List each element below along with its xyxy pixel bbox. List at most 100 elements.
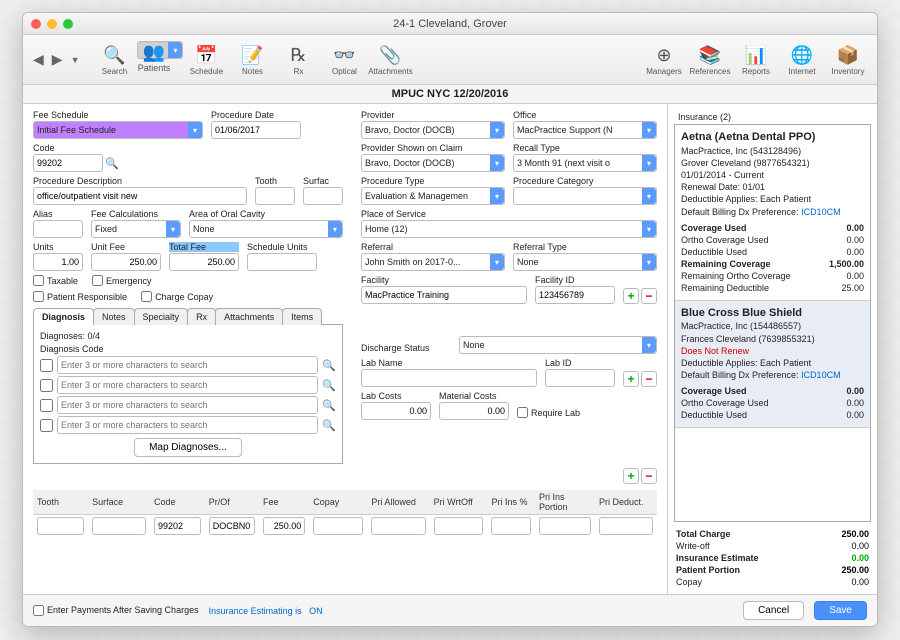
toolbar-optical[interactable]: 👓Optical xyxy=(321,41,367,78)
sched-units-input[interactable] xyxy=(247,253,317,271)
cell-inspct[interactable] xyxy=(491,517,531,535)
tab-notes[interactable]: Notes xyxy=(93,308,135,325)
diag-check-3[interactable] xyxy=(40,399,53,412)
pos-select[interactable]: Home (12) xyxy=(361,220,657,238)
aoc-select[interactable]: None xyxy=(189,220,343,238)
col-header: Pri Deduct. xyxy=(595,490,657,515)
cell-code[interactable] xyxy=(154,517,201,535)
insurance-card[interactable]: Blue Cross Blue ShieldMacPractice, Inc (… xyxy=(675,301,870,428)
search-icon[interactable]: 🔍 xyxy=(322,359,336,372)
taxable-checkbox[interactable]: Taxable xyxy=(33,275,78,286)
units-input[interactable] xyxy=(33,253,83,271)
toolbar-search[interactable]: 🔍Search xyxy=(91,41,137,78)
code-input[interactable] xyxy=(33,154,103,172)
lab-name-input[interactable] xyxy=(361,369,537,387)
proc-date-input[interactable] xyxy=(211,121,301,139)
facility-input[interactable] xyxy=(361,286,527,304)
office-select[interactable]: MacPractice Support (N xyxy=(513,121,657,139)
toolbar-references[interactable]: 📚References xyxy=(687,41,733,78)
cell-tooth[interactable] xyxy=(37,517,84,535)
remove-icon[interactable]: − xyxy=(641,371,657,387)
recall-select[interactable]: 3 Month 91 (next visit o xyxy=(513,154,657,172)
surface-input[interactable] xyxy=(303,187,343,205)
toolbar-reports[interactable]: 📊Reports xyxy=(733,41,779,78)
cell-allowed[interactable] xyxy=(371,517,425,535)
tooth-input[interactable] xyxy=(255,187,295,205)
diag-check-4[interactable] xyxy=(40,419,53,432)
proc-type-select[interactable]: Evaluation & Managemen xyxy=(361,187,505,205)
tab-rx[interactable]: Rx xyxy=(187,308,216,325)
cell-insportion[interactable] xyxy=(539,517,591,535)
alias-input[interactable] xyxy=(33,220,83,238)
toolbar-attachments[interactable]: 📎Attachments xyxy=(367,41,413,78)
cell-prof[interactable] xyxy=(209,517,255,535)
cancel-button[interactable]: Cancel xyxy=(743,601,804,620)
proc-desc-input[interactable] xyxy=(33,187,247,205)
search-icon[interactable]: 🔍 xyxy=(322,419,336,432)
proc-cat-select[interactable] xyxy=(513,187,657,205)
diag-input-1[interactable] xyxy=(57,356,318,374)
tab-diagnosis[interactable]: Diagnosis xyxy=(33,308,94,325)
toolbar-notes[interactable]: 📝Notes xyxy=(229,41,275,78)
referral-label: Referral xyxy=(361,242,505,252)
remove-row-icon[interactable]: − xyxy=(641,468,657,484)
tab-specialty[interactable]: Specialty xyxy=(134,308,189,325)
add-row-icon[interactable]: + xyxy=(623,468,639,484)
remove-icon[interactable]: − xyxy=(641,288,657,304)
tab-items[interactable]: Items xyxy=(282,308,322,325)
cell-surface[interactable] xyxy=(92,517,146,535)
enter-payments-checkbox[interactable]: Enter Payments After Saving Charges xyxy=(33,605,199,616)
require-lab-checkbox[interactable]: Require Lab xyxy=(517,407,580,418)
diag-check-2[interactable] xyxy=(40,379,53,392)
save-button[interactable]: Save xyxy=(814,601,867,620)
add-icon[interactable]: + xyxy=(623,288,639,304)
toolbar-inventory[interactable]: 📦Inventory xyxy=(825,41,871,78)
search-icon[interactable]: 🔍 xyxy=(322,379,336,392)
diag-input-4[interactable] xyxy=(57,416,318,434)
diag-input-3[interactable] xyxy=(57,396,318,414)
forward-icon[interactable]: ▶ xyxy=(48,49,67,70)
back-icon[interactable]: ◀ xyxy=(29,49,48,70)
charge-copay-checkbox[interactable]: Charge Copay xyxy=(141,291,213,302)
emergency-checkbox[interactable]: Emergency xyxy=(92,275,152,286)
referral-select[interactable]: John Smith on 2017-0... xyxy=(361,253,505,271)
discharge-select[interactable]: None xyxy=(459,336,657,354)
col-header: Tooth xyxy=(33,490,88,515)
toolbar-schedule[interactable]: 📅Schedule xyxy=(183,41,229,78)
diag-count: Diagnoses: 0/4 xyxy=(40,331,336,341)
add-icon[interactable]: + xyxy=(623,371,639,387)
ref-type-select[interactable]: None xyxy=(513,253,657,271)
fee-schedule-select[interactable]: Initial Fee Schedule xyxy=(33,121,203,139)
patient-resp-checkbox[interactable]: Patient Responsible xyxy=(33,291,127,302)
tab-attachments[interactable]: Attachments xyxy=(215,308,283,325)
insurance-card[interactable]: Aetna (Aetna Dental PPO)MacPractice, Inc… xyxy=(675,125,870,301)
table-row[interactable] xyxy=(33,515,657,538)
cell-deduct[interactable] xyxy=(599,517,653,535)
total-fee-input[interactable] xyxy=(169,253,239,271)
unit-fee-input[interactable] xyxy=(91,253,161,271)
proc-cat-label: Procedure Category xyxy=(513,176,657,186)
provider-select[interactable]: Bravo, Doctor (DOCB) xyxy=(361,121,505,139)
toolbar-internet[interactable]: 🌐Internet xyxy=(779,41,825,78)
lab-id-input[interactable] xyxy=(545,369,615,387)
toolbar-patients[interactable]: 👥Patients xyxy=(137,41,183,59)
toolbar-managers[interactable]: ⊕Managers xyxy=(641,41,687,78)
search-icon[interactable]: 🔍 xyxy=(322,399,336,412)
psoc-select[interactable]: Bravo, Doctor (DOCB) xyxy=(361,154,505,172)
map-diagnoses-button[interactable]: Map Diagnoses... xyxy=(134,438,242,457)
diag-input-2[interactable] xyxy=(57,376,318,394)
insurance-estimating-label: Insurance Estimating is ON xyxy=(209,606,323,616)
fee-calc-select[interactable]: Fixed xyxy=(91,220,181,238)
facility-id-input[interactable] xyxy=(535,286,615,304)
cell-fee[interactable] xyxy=(263,517,305,535)
cell-copay[interactable] xyxy=(313,517,363,535)
lab-costs-input[interactable] xyxy=(361,402,431,420)
mat-costs-label: Material Costs xyxy=(439,391,509,401)
cell-wrtoff[interactable] xyxy=(434,517,484,535)
mat-costs-input[interactable] xyxy=(439,402,509,420)
diag-check-1[interactable] xyxy=(40,359,53,372)
code-search-icon[interactable]: 🔍 xyxy=(105,157,119,170)
dropdown-icon[interactable]: ▼ xyxy=(67,53,84,67)
toolbar-rx[interactable]: ℞Rx xyxy=(275,41,321,78)
units-label: Units xyxy=(33,242,83,252)
